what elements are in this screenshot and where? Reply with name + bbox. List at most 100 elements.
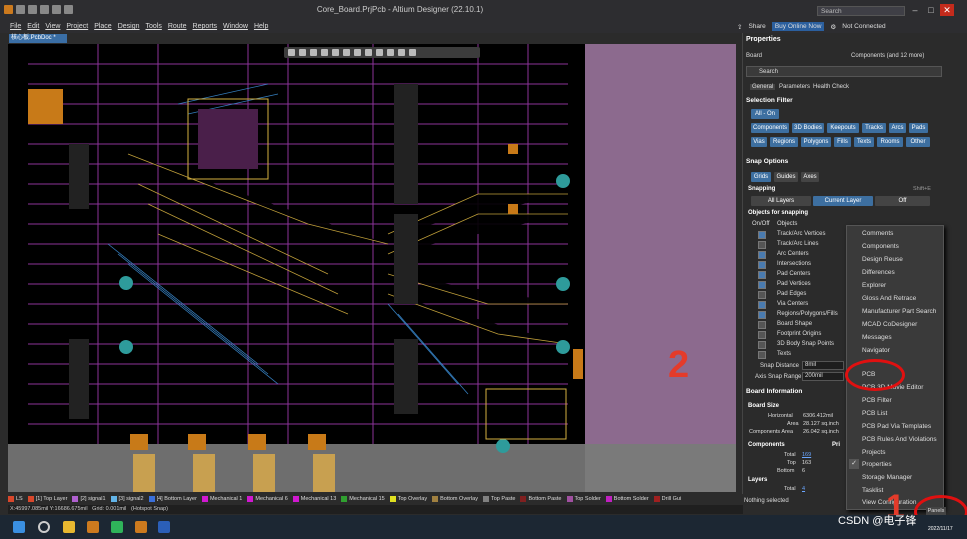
document-tab[interactable]: 核心板.PcbDoc * — [9, 34, 67, 43]
filter-3d-bodies[interactable]: 3D Bodies — [792, 123, 824, 133]
menu-item-storage-manager[interactable]: Storage Manager — [862, 474, 912, 481]
menu-item-projects[interactable]: Projects — [862, 449, 885, 456]
place-icon[interactable] — [310, 49, 317, 56]
menu-design[interactable]: Design — [118, 23, 140, 30]
layer-tab-bottom-paste[interactable]: Bottom Paste — [520, 496, 562, 502]
arc-icon[interactable] — [343, 49, 350, 56]
snap-checkbox-texts[interactable] — [758, 351, 766, 359]
polygon-icon[interactable] — [387, 49, 394, 56]
track-icon[interactable] — [332, 49, 339, 56]
board-info-heading[interactable]: Board Information — [746, 388, 802, 395]
menu-window[interactable]: Window — [223, 23, 248, 30]
menu-place[interactable]: Place — [94, 23, 112, 30]
filter-dropdown[interactable]: Components (and 12 more) — [851, 53, 924, 59]
snap-checkbox-pad-centers[interactable] — [758, 271, 766, 279]
pcb-canvas[interactable]: 2 — [8, 44, 736, 492]
layer-tab-bottom[interactable]: [4] Bottom Layer — [148, 496, 197, 502]
snap-checkbox-regions[interactable] — [758, 311, 766, 319]
menu-item-pad-via-templates[interactable]: PCB Pad Via Templates — [862, 423, 931, 430]
line-icon[interactable] — [409, 49, 416, 56]
layers-total-value[interactable]: 4 — [802, 486, 805, 492]
search-icon[interactable] — [38, 521, 50, 533]
menu-project[interactable]: Project — [66, 23, 88, 30]
filter-regions[interactable]: Regions — [770, 137, 798, 147]
tab-parameters[interactable]: Parameters — [779, 84, 810, 90]
pad-icon[interactable] — [354, 49, 361, 56]
close-button[interactable]: ✕ — [940, 4, 954, 16]
all-on-button[interactable]: All - On — [751, 109, 779, 119]
menu-item-differences[interactable]: Differences — [862, 269, 895, 276]
snap-all-layers[interactable]: All Layers — [751, 196, 811, 206]
menu-item-design-reuse[interactable]: Design Reuse — [862, 256, 903, 263]
menu-file[interactable]: File — [10, 23, 21, 30]
filter-rooms[interactable]: Rooms — [877, 137, 903, 147]
snap-checkbox-arc-centers[interactable] — [758, 251, 766, 259]
tab-general[interactable]: General — [750, 84, 776, 90]
tab-health-check[interactable]: Health Check — [813, 84, 849, 90]
filter-texts[interactable]: Texts — [854, 137, 874, 147]
route-icon[interactable] — [299, 49, 306, 56]
menu-item-comments[interactable]: Comments — [862, 230, 893, 237]
menu-item-mcad[interactable]: MCAD CoDesigner — [862, 321, 917, 328]
menu-view[interactable]: View — [45, 23, 60, 30]
connection-status[interactable]: Not Connected — [842, 23, 885, 30]
menu-item-pcb-list[interactable]: PCB List — [862, 410, 887, 417]
layer-tab-top-paste[interactable]: Top Paste — [483, 496, 515, 502]
menu-item-rules-violations[interactable]: PCB Rules And Violations — [862, 436, 937, 443]
snap-checkbox-via-centers[interactable] — [758, 301, 766, 309]
filter-tracks[interactable]: Tracks — [862, 123, 886, 133]
axis-range-input[interactable]: 200mil — [802, 372, 844, 381]
menu-reports[interactable]: Reports — [193, 23, 218, 30]
menu-route[interactable]: Route — [168, 23, 187, 30]
snap-checkbox-board-shape[interactable] — [758, 321, 766, 329]
menu-item-properties[interactable]: Properties — [862, 461, 892, 468]
filter-components[interactable]: Components — [751, 123, 789, 133]
share-icon[interactable]: ⇪ — [737, 23, 742, 31]
altium-taskbar-icon[interactable] — [87, 521, 99, 533]
global-search-input[interactable]: Search — [817, 6, 905, 16]
menu-item-gloss-retrace[interactable]: Gloss And Retrace — [862, 295, 916, 302]
text-icon[interactable] — [398, 49, 405, 56]
menu-item-explorer[interactable]: Explorer — [862, 282, 886, 289]
menu-tools[interactable]: Tools — [146, 23, 162, 30]
snap-checkbox-footprint-origins[interactable] — [758, 331, 766, 339]
filter-fills[interactable]: Fills — [834, 137, 851, 147]
layer-tab-bottom-overlay[interactable]: Bottom Overlay — [432, 496, 478, 502]
via-icon[interactable] — [365, 49, 372, 56]
menu-item-tasklist[interactable]: Tasklist — [862, 487, 883, 494]
gear-icon[interactable]: ⚙ — [830, 23, 836, 31]
layer-tab-mech6[interactable]: Mechanical 6 — [247, 496, 288, 502]
filter-vias[interactable]: Vias — [751, 137, 767, 147]
buy-online-button[interactable]: Buy Online Now — [771, 22, 825, 31]
snap-checkbox-3d-body[interactable] — [758, 341, 766, 349]
fill-icon[interactable] — [376, 49, 383, 56]
layer-tab-mech15[interactable]: Mechanical 15 — [341, 496, 385, 502]
windows-start-icon[interactable] — [13, 521, 25, 533]
filter-polygons[interactable]: Polygons — [801, 137, 831, 147]
file-explorer-icon[interactable] — [63, 521, 75, 533]
selection-filter-heading[interactable]: Selection Filter — [746, 97, 793, 104]
panel-search-input[interactable]: Search — [746, 66, 942, 77]
layer-tab-bottom-solder[interactable]: Bottom Solder — [605, 496, 649, 502]
menu-item-pcb-filter[interactable]: PCB Filter — [862, 397, 892, 404]
snap-current-layer[interactable]: Current Layer — [813, 196, 873, 206]
layer-tab-top-solder[interactable]: Top Solder — [566, 496, 601, 502]
snap-off[interactable]: Off — [875, 196, 930, 206]
maximize-button[interactable]: □ — [924, 4, 938, 16]
menu-help[interactable]: Help — [254, 23, 268, 30]
snap-checkbox-track-arc-lines[interactable] — [758, 241, 766, 249]
snap-checkbox-track-arc-vertices[interactable] — [758, 231, 766, 239]
layer-tab-signal1[interactable]: [2] signal1 — [72, 496, 106, 502]
align-icon[interactable] — [321, 49, 328, 56]
share-button[interactable]: Share — [748, 23, 765, 30]
layer-tab-signal2[interactable]: [3] signal2 — [110, 496, 144, 502]
layer-tab-top[interactable]: [1] Top Layer — [27, 496, 67, 502]
altium-taskbar-icon-2[interactable] — [135, 521, 147, 533]
layer-tab-ls[interactable]: LS — [8, 496, 23, 502]
layer-tab-mech13[interactable]: Mechanical 13 — [292, 496, 336, 502]
minimize-button[interactable]: – — [908, 4, 922, 16]
layer-tab-mech1[interactable]: Mechanical 1 — [201, 496, 242, 502]
filter-keepouts[interactable]: Keepouts — [827, 123, 859, 133]
filter-arcs[interactable]: Arcs — [889, 123, 906, 133]
filter-pads[interactable]: Pads — [909, 123, 928, 133]
